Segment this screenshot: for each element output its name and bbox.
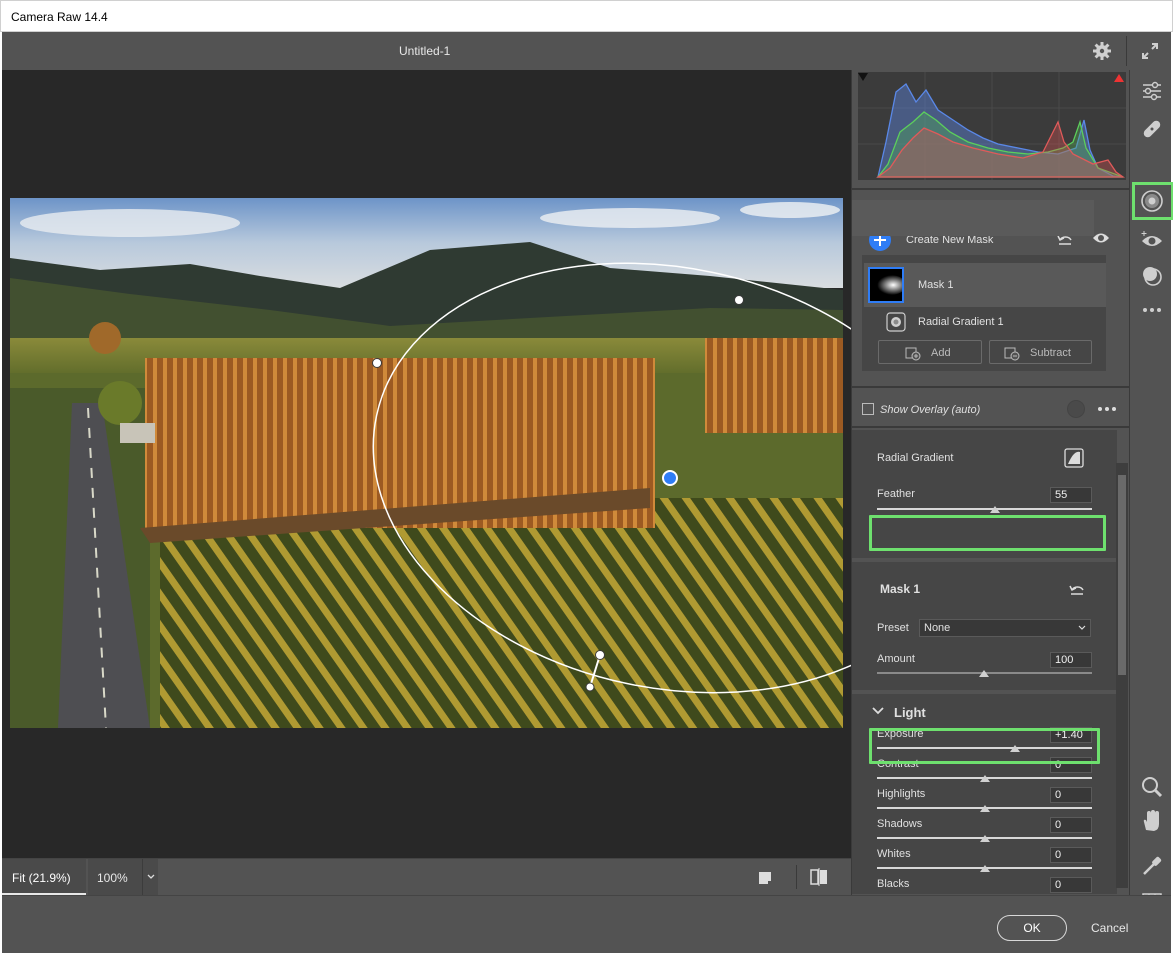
histogram [858, 72, 1126, 180]
radial-gradient-icon [886, 312, 906, 332]
add-button[interactable]: Add [878, 340, 982, 364]
add-component-icon [905, 347, 921, 361]
image-canvas[interactable] [2, 70, 851, 858]
scrollbar-thumb[interactable] [1118, 475, 1126, 675]
light-title[interactable]: Light [894, 705, 926, 720]
show-overlay-checkbox[interactable] [862, 403, 874, 415]
highlights-value[interactable]: 0 [1050, 787, 1092, 803]
zoom-dropdown[interactable] [142, 859, 158, 895]
mask-row[interactable]: Mask 1 [864, 263, 1106, 307]
bottom-separator [796, 865, 797, 889]
mask-thumbnail [868, 267, 904, 303]
zoom-icon[interactable] [1139, 774, 1165, 800]
preset-value: None [924, 622, 951, 634]
contrast-slider-thumb[interactable] [979, 775, 990, 782]
preset-label: Preset [877, 622, 909, 634]
highlight-clip-icon[interactable] [1114, 74, 1124, 82]
light-section: Light Exposure +1.40 Contrast 0 Highlights 0 S… [852, 694, 1117, 902]
amount-value[interactable]: 100 [1050, 652, 1092, 668]
panel-divider [852, 426, 1130, 428]
subtract-label: Subtract [1030, 347, 1071, 359]
reset-mask-settings-icon[interactable] [1068, 580, 1086, 598]
shadows-value[interactable]: 0 [1050, 817, 1092, 833]
shadows-label: Shadows [877, 818, 923, 830]
zoom-100-button[interactable]: 100% [88, 859, 142, 895]
adjustment-panel: Create New Mask Mask 1 Radial Gradient 1 [851, 70, 1130, 902]
radial-gradient-title: Radial Gradient [877, 452, 954, 464]
presets-icon[interactable] [1139, 263, 1165, 289]
red-eye-icon[interactable] [1139, 227, 1165, 253]
feather-highlight [869, 515, 1106, 551]
feather-slider-thumb[interactable] [990, 506, 1001, 513]
shadow-clip-icon[interactable] [858, 73, 868, 81]
before-after-single-icon[interactable] [757, 869, 775, 887]
visibility-eye-icon[interactable] [1092, 231, 1110, 245]
highlights-label: Highlights [877, 788, 926, 800]
healing-icon[interactable] [1139, 116, 1165, 142]
color-sampler-icon[interactable] [1139, 853, 1165, 879]
panel-scrollbar[interactable] [1116, 463, 1128, 888]
whites-label: Whites [877, 848, 911, 860]
tool-strip [1129, 70, 1173, 913]
cancel-button[interactable]: Cancel [1091, 921, 1128, 935]
mask-list-spacer [852, 200, 1094, 236]
whites-value[interactable]: 0 [1050, 847, 1092, 863]
whites-slider-thumb[interactable] [979, 865, 990, 872]
panel-divider [852, 188, 1130, 190]
overlay-color-swatch[interactable] [1067, 400, 1085, 418]
compare-view-icon[interactable] [808, 867, 830, 887]
amount-label: Amount [877, 653, 915, 665]
invert-icon[interactable] [1064, 448, 1084, 468]
panel-divider [852, 386, 1130, 388]
masking-icon[interactable] [1139, 188, 1165, 214]
amount-slider-thumb[interactable] [979, 670, 989, 677]
window-titlebar: Camera Raw 14.4 [0, 0, 1173, 32]
mask-settings-title: Mask 1 [880, 582, 921, 596]
mask-component-row[interactable]: Radial Gradient 1 [864, 308, 1106, 338]
mask-name[interactable]: Mask 1 [918, 279, 953, 291]
mask-settings-section: Mask 1 Preset None Amount 100 [852, 562, 1117, 690]
camera-raw-app: Untitled-1 Fit (21.9%) 100% Create New M… [2, 32, 1173, 953]
blacks-value[interactable]: 0 [1050, 877, 1092, 893]
ok-button[interactable]: OK [997, 915, 1067, 941]
header-separator [1126, 36, 1127, 66]
more-tools-icon[interactable] [1139, 297, 1165, 323]
feather-track[interactable] [877, 508, 1092, 510]
subtract-button[interactable]: Subtract [989, 340, 1092, 364]
highlights-slider-thumb[interactable] [979, 805, 990, 812]
more-icon[interactable] [1097, 404, 1117, 414]
mask-component-name[interactable]: Radial Gradient 1 [918, 316, 1004, 328]
header-bar: Untitled-1 [2, 32, 1171, 70]
subtract-component-icon [1004, 347, 1020, 361]
edit-sliders-icon[interactable] [1139, 78, 1165, 104]
hand-icon[interactable] [1139, 808, 1165, 834]
chevron-down-icon [1078, 625, 1086, 630]
photo-preview[interactable] [10, 198, 843, 728]
add-label: Add [931, 347, 951, 359]
feather-label: Feather [877, 488, 915, 500]
dialog-footer: OK Cancel [2, 895, 1171, 953]
document-title: Untitled-1 [399, 44, 451, 58]
chevron-down-icon[interactable] [872, 706, 884, 716]
chevron-down-icon [147, 874, 155, 879]
show-overlay-label: Show Overlay (auto) [880, 404, 981, 416]
feather-value[interactable]: 55 [1050, 487, 1092, 503]
window-title: Camera Raw 14.4 [11, 10, 108, 24]
canvas-bottom-bar: Fit (21.9%) 100% [2, 858, 851, 895]
blacks-label: Blacks [877, 878, 910, 890]
gear-icon[interactable] [1092, 41, 1112, 61]
preset-dropdown[interactable]: None [919, 619, 1091, 637]
zoom-fit-button[interactable]: Fit (21.9%) [2, 859, 86, 895]
exposure-highlight [869, 728, 1100, 764]
expand-icon[interactable] [1140, 41, 1160, 61]
shadows-slider-thumb[interactable] [979, 835, 990, 842]
